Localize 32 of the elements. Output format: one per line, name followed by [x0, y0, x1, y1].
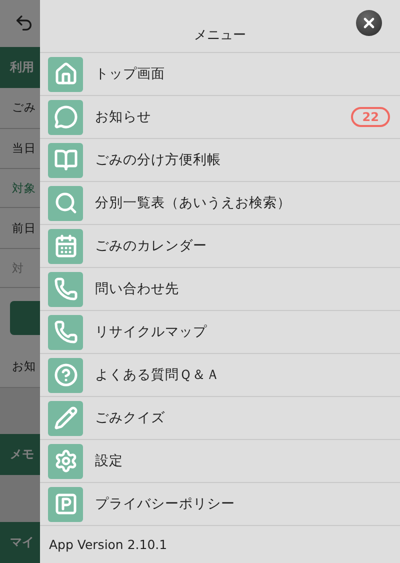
pencil-icon	[48, 400, 83, 436]
speech-bubble-icon	[48, 100, 83, 134]
menu-item[interactable]: ごみのカレンダー	[40, 224, 400, 267]
search-icon	[48, 186, 83, 220]
menu-item[interactable]: 問い合わせ先	[40, 267, 400, 310]
house-icon	[48, 56, 83, 92]
menu-item[interactable]: よくある質問Ｑ＆Ａ	[40, 353, 400, 396]
menu-item[interactable]: ごみの分け方便利帳	[40, 138, 400, 181]
close-button[interactable]	[356, 10, 382, 36]
app-version: App Version 2.10.1	[49, 537, 168, 552]
phone-icon	[48, 314, 83, 350]
parking-icon	[48, 486, 83, 522]
setting-label: お知	[12, 359, 36, 374]
question-icon	[48, 358, 83, 392]
menu-item[interactable]: ごみクイズ	[40, 396, 400, 439]
gear-icon	[48, 444, 83, 478]
menu-item[interactable]: 分別一覧表（あいうえお検索）	[40, 181, 400, 224]
menu-item[interactable]: プライバシーポリシー	[40, 482, 400, 525]
menu-item[interactable]: リサイクルマップ	[40, 310, 400, 353]
menu-item[interactable]: トップ画面	[40, 52, 400, 95]
phone-icon	[48, 272, 83, 306]
setting-label: ごみ	[12, 100, 36, 116]
count-badge: 22	[351, 107, 390, 127]
setting-label: 当日	[12, 141, 36, 156]
menu-title: メニュー	[194, 27, 246, 44]
menu-item[interactable]: お知らせ 22	[40, 95, 400, 138]
calendar-icon	[48, 228, 83, 264]
setting-label: 前日	[12, 220, 36, 236]
undo-icon[interactable]	[14, 13, 34, 34]
book-icon	[48, 142, 83, 178]
close-icon	[361, 15, 377, 31]
menu-item[interactable]: 設定	[40, 439, 400, 482]
